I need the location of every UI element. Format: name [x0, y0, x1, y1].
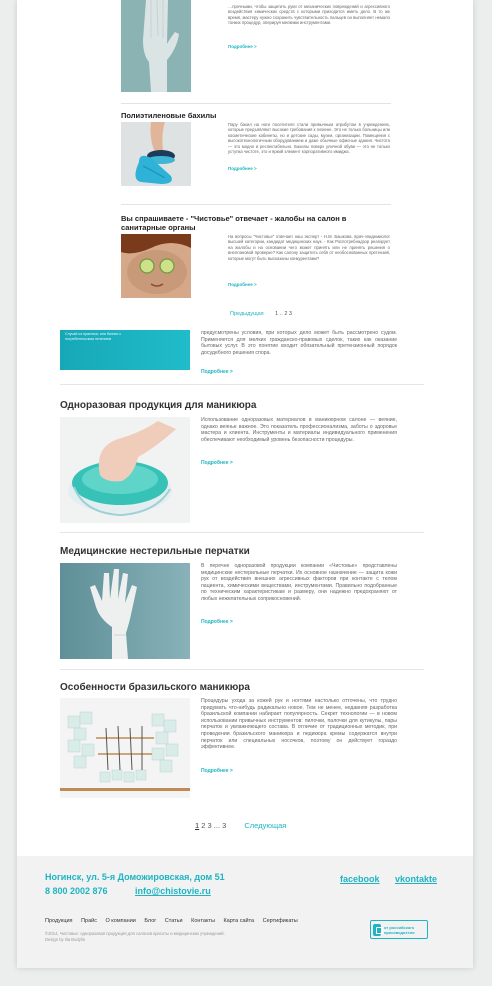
divider: [60, 669, 424, 670]
upper-item-2-title[interactable]: Вы спрашиваете - "Чистовье" отвечает - ж…: [121, 214, 391, 232]
footer-nav-about[interactable]: О компании: [106, 918, 136, 924]
facebook-link[interactable]: facebook: [340, 874, 380, 884]
footer-nav-price[interactable]: Прайс: [81, 918, 97, 924]
banner-text: Случай из практики, или бизнес с потреби…: [65, 332, 122, 341]
article-banner[interactable]: Случай из практики, или бизнес с потреби…: [60, 330, 190, 370]
upper-item-1-more-link[interactable]: Подробнее >: [228, 166, 257, 171]
footer-nav: Продукция Прайс О компании Блог Статьи К…: [45, 918, 305, 924]
wide-item-2-text: В перечне одноразовой продукции компании…: [201, 563, 397, 602]
page-numbers[interactable]: 2 3 ... 3: [201, 821, 226, 830]
footer-copyright: ©2014, Чистовье: одноразовая продукция д…: [45, 931, 295, 942]
page: …прочными, чтобы защитить руки от механи…: [17, 0, 473, 968]
divider: [60, 532, 424, 533]
wide-item-3-title[interactable]: Особенности бразильского маникюра: [60, 682, 440, 693]
footer-nav-certificates[interactable]: Сертификаты: [263, 918, 298, 924]
upper-item-0-more-link[interactable]: Подробнее >: [228, 44, 257, 49]
medical-gloves-image[interactable]: [60, 563, 190, 659]
divider: [60, 384, 424, 385]
next-page-link[interactable]: Следующая: [244, 821, 286, 830]
russian-producer-badge[interactable]: от российского производителя: [370, 920, 428, 939]
footer-email-link[interactable]: info@chistovie.ru: [135, 886, 211, 896]
wide-item-1-title[interactable]: Одноразовая продукция для маникюра: [60, 400, 440, 411]
upper-item-1-text: Пару бахил на ноги посетителя стали прив…: [228, 122, 390, 155]
wide-item-0-more-link[interactable]: Подробнее >: [201, 369, 233, 375]
wide-item-1-text: Использование одноразовых материалов в м…: [201, 417, 397, 443]
upper-item-2-text: На вопросы "Чистовье" отвечает наш экспе…: [228, 234, 390, 261]
footer-nav-contacts[interactable]: Контакты: [191, 918, 215, 924]
lower-pagination: 1 2 3 ... 3 Следующая: [195, 821, 286, 830]
thumbs-up-icon: [373, 923, 383, 936]
vkontakte-link[interactable]: vkontakte: [395, 874, 437, 884]
footer-nav-products[interactable]: Продукция: [45, 918, 73, 924]
wide-item-3-more-link[interactable]: Подробнее >: [201, 768, 233, 774]
footer-phone[interactable]: 8 800 2002 876: [45, 886, 108, 896]
badge-text: от российского производителя: [383, 924, 415, 935]
upper-item-2-more-link[interactable]: Подробнее >: [228, 282, 257, 287]
wide-item-1-more-link[interactable]: Подробнее >: [201, 460, 233, 466]
wide-item-2-title[interactable]: Медицинские нестерильные перчатки: [60, 546, 440, 557]
wide-item-0-text: предусмотрены условия, при которых дело …: [201, 330, 397, 356]
upper-item-0: …прочными, чтобы защитить руки от механи…: [121, 4, 391, 54]
divider: [121, 103, 391, 104]
manicure-bath-image[interactable]: [60, 417, 190, 523]
upper-item-0-text: …прочными, чтобы защитить руки от механи…: [228, 4, 390, 26]
current-page: 1: [195, 821, 200, 830]
design-credit[interactable]: Design by Ilia Budylin: [45, 937, 295, 943]
footer-nav-blog[interactable]: Блог: [144, 918, 156, 924]
upper-pagination: Предыдущая 1 .. 2 3: [230, 311, 292, 317]
wide-item-3-text: Процедуры ухода за кожей рук и ногтями н…: [201, 698, 397, 751]
divider: [121, 204, 391, 205]
footer-address: Ногинск, ул. 5-я Доможировская, дом 51: [45, 872, 225, 882]
upper-item-2: На вопросы "Чистовье" отвечает наш экспе…: [121, 234, 391, 294]
footer-nav-articles[interactable]: Статьи: [165, 918, 183, 924]
wide-item-2-more-link[interactable]: Подробнее >: [201, 619, 233, 625]
upper-item-1-title[interactable]: Полиэтиленовые бахилы: [121, 111, 391, 120]
footer-nav-sitemap[interactable]: Карта сайта: [223, 918, 254, 924]
page-numbers[interactable]: 1 .. 2 3: [275, 311, 292, 317]
brazilian-manicure-image[interactable]: [60, 698, 190, 798]
prev-page-link[interactable]: Предыдущая: [230, 311, 264, 317]
upper-item-1: Пару бахил на ноги посетителя стали прив…: [121, 122, 391, 182]
